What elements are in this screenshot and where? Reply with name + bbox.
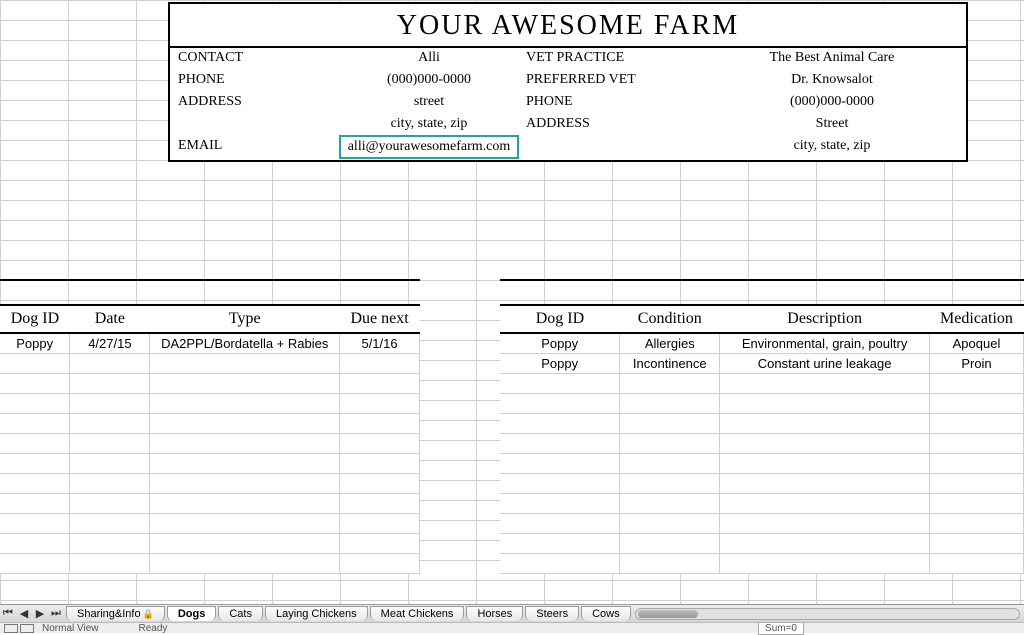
selected-cell-email[interactable]: alli@yourawesomefarm.com bbox=[339, 135, 519, 159]
table-row[interactable] bbox=[0, 494, 420, 514]
table-row[interactable]: Poppy Allergies Environmental, grain, po… bbox=[500, 333, 1024, 354]
status-bar: Normal View Ready Sum=0 bbox=[0, 622, 1024, 633]
tab-nav-last-icon[interactable]: ⏭ bbox=[48, 606, 64, 622]
table-row[interactable]: Poppy Incontinence Constant urine leakag… bbox=[500, 354, 1024, 374]
sheet-tab-sharing-info[interactable]: Sharing&Info🔒 bbox=[66, 606, 165, 621]
cell-dog-id[interactable]: Poppy bbox=[500, 354, 620, 374]
value-vet-csz[interactable]: city, state, zip bbox=[696, 136, 968, 158]
table-row[interactable] bbox=[0, 354, 420, 374]
value-street[interactable]: street bbox=[340, 92, 518, 114]
cell-condition[interactable]: Allergies bbox=[620, 333, 720, 354]
cell-dog-id[interactable]: Poppy bbox=[0, 333, 70, 354]
spreadsheet-area[interactable]: YOUR AWESOME FARM CONTACT Alli VET PRACT… bbox=[0, 0, 1024, 604]
table-row[interactable] bbox=[0, 374, 420, 394]
col-dog-id: Dog ID bbox=[500, 305, 620, 333]
label-vet-address: ADDRESS bbox=[518, 114, 696, 136]
table-row[interactable] bbox=[0, 434, 420, 454]
label-vet-practice: VET PRACTICE bbox=[518, 48, 696, 70]
value-vet-street[interactable]: Street bbox=[696, 114, 968, 136]
table-row[interactable] bbox=[0, 454, 420, 474]
label-blank bbox=[170, 114, 340, 136]
tab-nav-first-icon[interactable]: ⏮ bbox=[0, 606, 16, 622]
value-contact[interactable]: Alli bbox=[340, 48, 518, 70]
cell-description[interactable]: Environmental, grain, poultry bbox=[720, 333, 930, 354]
table-row[interactable] bbox=[500, 434, 1024, 454]
table-row[interactable] bbox=[500, 414, 1024, 434]
table-row[interactable] bbox=[500, 534, 1024, 554]
table-row[interactable] bbox=[500, 554, 1024, 574]
contact-info-box: CONTACT Alli VET PRACTICE The Best Anima… bbox=[168, 46, 968, 162]
cell-condition[interactable]: Incontinence bbox=[620, 354, 720, 374]
table-row[interactable] bbox=[500, 394, 1024, 414]
lock-icon: 🔒 bbox=[143, 609, 154, 619]
value-phone[interactable]: (000)000-0000 bbox=[340, 70, 518, 92]
label-address: ADDRESS bbox=[170, 92, 340, 114]
table-row[interactable] bbox=[500, 514, 1024, 534]
sheet-tab-horses[interactable]: Horses bbox=[466, 606, 523, 621]
view-grid-icon[interactable] bbox=[4, 624, 18, 633]
cell-dog-id[interactable]: Poppy bbox=[500, 333, 620, 354]
cell-due[interactable]: 5/1/16 bbox=[340, 333, 420, 354]
table-row[interactable] bbox=[500, 494, 1024, 514]
divider-line-right bbox=[500, 279, 1024, 281]
col-date: Date bbox=[70, 305, 150, 333]
section-headers: regular IMMUNIZATIONS & DEWORMING known … bbox=[0, 265, 1024, 303]
table-row[interactable] bbox=[0, 474, 420, 494]
label-preferred-vet: PREFERRED VET bbox=[518, 70, 696, 92]
table-row[interactable] bbox=[0, 534, 420, 554]
table-row[interactable] bbox=[500, 374, 1024, 394]
tab-nav-next-icon[interactable]: ▶ bbox=[32, 606, 48, 622]
col-medication: Medication bbox=[929, 305, 1023, 333]
table-row[interactable] bbox=[0, 554, 420, 574]
value-vet-practice[interactable]: The Best Animal Care bbox=[696, 48, 968, 70]
immunizations-table[interactable]: Dog ID Date Type Due next Poppy 4/27/15 … bbox=[0, 304, 420, 574]
col-condition: Condition bbox=[620, 305, 720, 333]
sheet-tab-cats[interactable]: Cats bbox=[218, 606, 263, 621]
cell-medication[interactable]: Proin bbox=[929, 354, 1023, 374]
col-dog-id: Dog ID bbox=[0, 305, 70, 333]
table-row[interactable] bbox=[0, 394, 420, 414]
divider-line-left bbox=[0, 279, 420, 281]
view-layout-icon[interactable] bbox=[20, 624, 34, 633]
value-csz[interactable]: city, state, zip bbox=[340, 114, 518, 136]
sheet-tab-steers[interactable]: Steers bbox=[525, 606, 579, 621]
col-type: Type bbox=[150, 305, 340, 333]
sheet-tab-laying-chickens[interactable]: Laying Chickens bbox=[265, 606, 368, 621]
table-row[interactable]: Poppy 4/27/15 DA2PPL/Bordatella + Rabies… bbox=[0, 333, 420, 354]
label-blank2 bbox=[518, 136, 696, 158]
col-description: Description bbox=[720, 305, 930, 333]
label-phone: PHONE bbox=[170, 70, 340, 92]
ready-label: Ready bbox=[139, 623, 168, 634]
sheet-tab-dogs[interactable]: Dogs bbox=[167, 606, 217, 621]
label-email: EMAIL bbox=[170, 136, 340, 158]
sheet-tab-cows[interactable]: Cows bbox=[581, 606, 631, 621]
cell-medication[interactable]: Apoquel bbox=[929, 333, 1023, 354]
table-row[interactable] bbox=[0, 414, 420, 434]
cell-description[interactable]: Constant urine leakage bbox=[720, 354, 930, 374]
conditions-table[interactable]: Dog ID Condition Description Medication … bbox=[500, 304, 1024, 574]
view-mode-label: Normal View bbox=[42, 623, 99, 634]
table-row[interactable] bbox=[500, 474, 1024, 494]
cell-date[interactable]: 4/27/15 bbox=[70, 333, 150, 354]
cell-type[interactable]: DA2PPL/Bordatella + Rabies bbox=[150, 333, 340, 354]
value-vet-phone[interactable]: (000)000-0000 bbox=[696, 92, 968, 114]
sheet-tab-meat-chickens[interactable]: Meat Chickens bbox=[370, 606, 465, 621]
label-contact: CONTACT bbox=[170, 48, 340, 70]
horizontal-scrollbar[interactable] bbox=[635, 608, 1020, 620]
tab-nav-prev-icon[interactable]: ◀ bbox=[16, 606, 32, 622]
col-due-next: Due next bbox=[340, 305, 420, 333]
label-vet-phone: PHONE bbox=[518, 92, 696, 114]
table-row[interactable] bbox=[500, 454, 1024, 474]
table-row[interactable] bbox=[0, 514, 420, 534]
sheet-tab-bar: ⏮ ◀ ▶ ⏭ Sharing&Info🔒DogsCatsLaying Chic… bbox=[0, 604, 1024, 622]
farm-title: YOUR AWESOME FARM bbox=[168, 2, 968, 46]
scrollbar-thumb[interactable] bbox=[638, 610, 698, 618]
value-preferred-vet[interactable]: Dr. Knowsalot bbox=[696, 70, 968, 92]
